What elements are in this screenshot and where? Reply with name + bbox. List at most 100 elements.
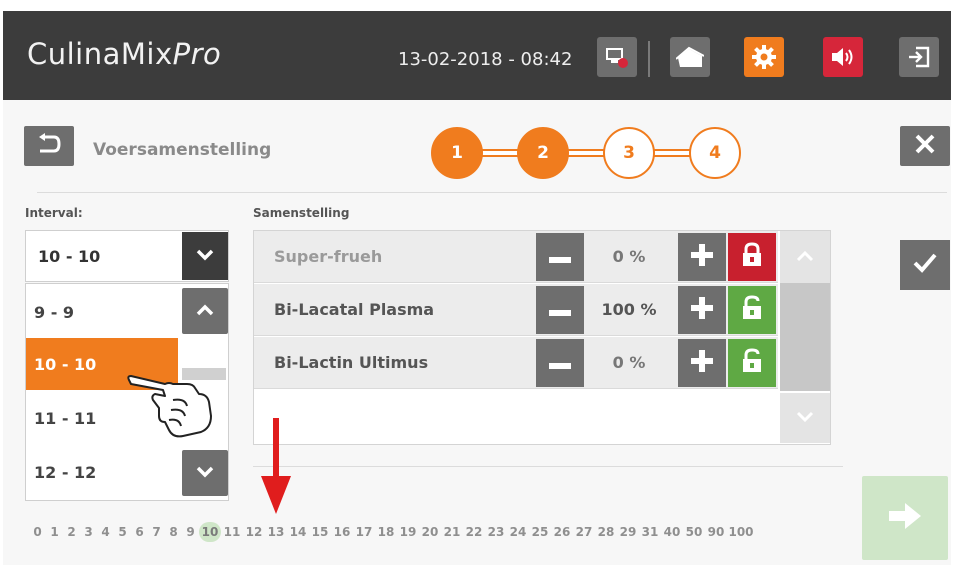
display-record-button[interactable] xyxy=(597,37,637,77)
interval-select[interactable]: 10 - 10 xyxy=(25,230,229,282)
timeline-tick[interactable]: 25 xyxy=(529,522,551,542)
timeline-tick[interactable]: 19 xyxy=(397,522,419,542)
composition-row: Bi-Lactin Ultimus 0 % xyxy=(254,337,778,389)
interval-option[interactable]: 9 - 9 xyxy=(26,286,178,338)
confirm-button[interactable] xyxy=(900,240,950,290)
increase-button[interactable] xyxy=(678,233,726,281)
timeline-tick[interactable]: 2 xyxy=(63,522,80,542)
timeline-tick-current[interactable]: 10 xyxy=(199,522,221,542)
date-time: 13-02-2018 - 08:42 xyxy=(398,49,573,70)
timeline-tick[interactable]: 100 xyxy=(727,522,755,542)
timeline-tick[interactable]: 16 xyxy=(331,522,353,542)
timeline-tick[interactable]: 17 xyxy=(353,522,375,542)
wizard-step-4: 4 xyxy=(689,127,741,179)
chevron-down-icon xyxy=(195,464,215,483)
minus-icon xyxy=(549,301,571,320)
next-button[interactable] xyxy=(862,476,948,560)
timeline-tick[interactable]: 11 xyxy=(221,522,243,542)
header-divider xyxy=(37,192,947,193)
list-scroll-up-button[interactable] xyxy=(182,288,228,334)
timeline-tick[interactable]: 14 xyxy=(287,522,309,542)
home-button[interactable] xyxy=(670,37,710,77)
step-connector xyxy=(481,149,521,157)
table-scroll-up-button[interactable] xyxy=(780,231,830,283)
lock-closed-icon xyxy=(741,242,763,272)
composition-table: Super-frueh 0 % Bi-Lacatal Plasma 100 % … xyxy=(253,230,831,445)
chevron-down-icon xyxy=(795,409,815,428)
back-arrow-icon xyxy=(36,133,62,159)
timeline-tick[interactable]: 8 xyxy=(165,522,182,542)
ingredient-percent: 0 % xyxy=(612,353,646,372)
timeline-tick[interactable]: 29 xyxy=(617,522,639,542)
settings-button[interactable] xyxy=(744,37,784,77)
main-content: Voersamenstelling 1 2 3 4 Interval: Same… xyxy=(3,100,951,565)
interval-dropdown-toggle[interactable] xyxy=(182,232,228,280)
ingredient-percent: 100 % xyxy=(601,300,657,319)
wizard-step-1: 1 xyxy=(431,127,483,179)
timeline-tick[interactable]: 12 xyxy=(243,522,265,542)
minus-icon xyxy=(549,354,571,373)
toolbar-divider xyxy=(648,41,650,77)
logout-icon xyxy=(907,46,931,68)
logout-button[interactable] xyxy=(899,37,939,77)
composition-label: Samenstelling xyxy=(253,206,350,220)
timeline-tick[interactable]: 22 xyxy=(463,522,485,542)
step-connector xyxy=(567,149,607,157)
timeline-tick[interactable]: 0 xyxy=(29,522,46,542)
increase-button[interactable] xyxy=(678,286,726,334)
lock-open-icon xyxy=(741,348,763,378)
increase-button[interactable] xyxy=(678,339,726,387)
ingredient-name: Super-frueh xyxy=(274,247,383,266)
close-button[interactable] xyxy=(900,126,950,166)
interval-timeline: 0 1 2 3 4 5 6 7 8 9 10 11 12 13 14 15 16 17 18 19 20 21 22 23 24… xyxy=(25,520,845,544)
timeline-tick[interactable]: 90 xyxy=(705,522,727,542)
ingredient-name: Bi-Lacatal Plasma xyxy=(274,300,435,319)
arrow-right-icon xyxy=(887,501,923,535)
timeline-tick[interactable]: 50 xyxy=(683,522,705,542)
timeline-tick[interactable]: 6 xyxy=(131,522,148,542)
timeline-tick[interactable]: 27 xyxy=(573,522,595,542)
interval-option[interactable]: 12 - 12 xyxy=(26,446,178,498)
plus-icon xyxy=(691,244,713,270)
back-button[interactable] xyxy=(24,126,74,166)
timeline-tick[interactable]: 5 xyxy=(114,522,131,542)
timeline-tick[interactable]: 20 xyxy=(419,522,441,542)
timeline-tick[interactable]: 3 xyxy=(80,522,97,542)
timeline-tick[interactable]: 4 xyxy=(97,522,114,542)
timeline-tick[interactable]: 23 xyxy=(485,522,507,542)
timeline-tick[interactable]: 15 xyxy=(309,522,331,542)
sound-button[interactable] xyxy=(823,37,863,77)
decrease-button[interactable] xyxy=(536,339,584,387)
table-divider xyxy=(253,466,843,467)
lock-toggle[interactable] xyxy=(728,339,776,387)
lock-toggle[interactable] xyxy=(728,233,776,281)
composition-row: Super-frueh 0 % xyxy=(254,231,778,283)
timeline-tick[interactable]: 40 xyxy=(661,522,683,542)
plus-icon xyxy=(691,297,713,323)
app-window: CulinaMixPro 13-02-2018 - 08:42 Voersame… xyxy=(0,0,955,565)
close-icon xyxy=(914,133,936,159)
timeline-tick[interactable]: 26 xyxy=(551,522,573,542)
timeline-tick[interactable]: 7 xyxy=(148,522,165,542)
plus-icon xyxy=(691,350,713,376)
wizard-step-3: 3 xyxy=(603,127,655,179)
timeline-tick[interactable]: 1 xyxy=(46,522,63,542)
decrease-button[interactable] xyxy=(536,233,584,281)
table-scroll-down-button[interactable] xyxy=(780,393,830,443)
timeline-tick[interactable]: 31 xyxy=(639,522,661,542)
timeline-tick[interactable]: 9 xyxy=(182,522,199,542)
top-bar: CulinaMixPro 13-02-2018 - 08:42 xyxy=(3,11,951,100)
app-logo: CulinaMixPro xyxy=(27,37,221,71)
timeline-tick[interactable]: 18 xyxy=(375,522,397,542)
display-record-icon xyxy=(604,45,630,69)
decrease-button[interactable] xyxy=(536,286,584,334)
app-name: CulinaMix xyxy=(27,37,173,71)
timeline-tick[interactable]: 13 xyxy=(265,522,287,542)
timeline-tick[interactable]: 21 xyxy=(441,522,463,542)
table-scrollbar-thumb[interactable] xyxy=(780,283,830,391)
list-scroll-down-button[interactable] xyxy=(182,450,228,496)
timeline-tick[interactable]: 24 xyxy=(507,522,529,542)
ingredient-percent: 0 % xyxy=(612,247,646,266)
lock-toggle[interactable] xyxy=(728,286,776,334)
timeline-tick[interactable]: 28 xyxy=(595,522,617,542)
